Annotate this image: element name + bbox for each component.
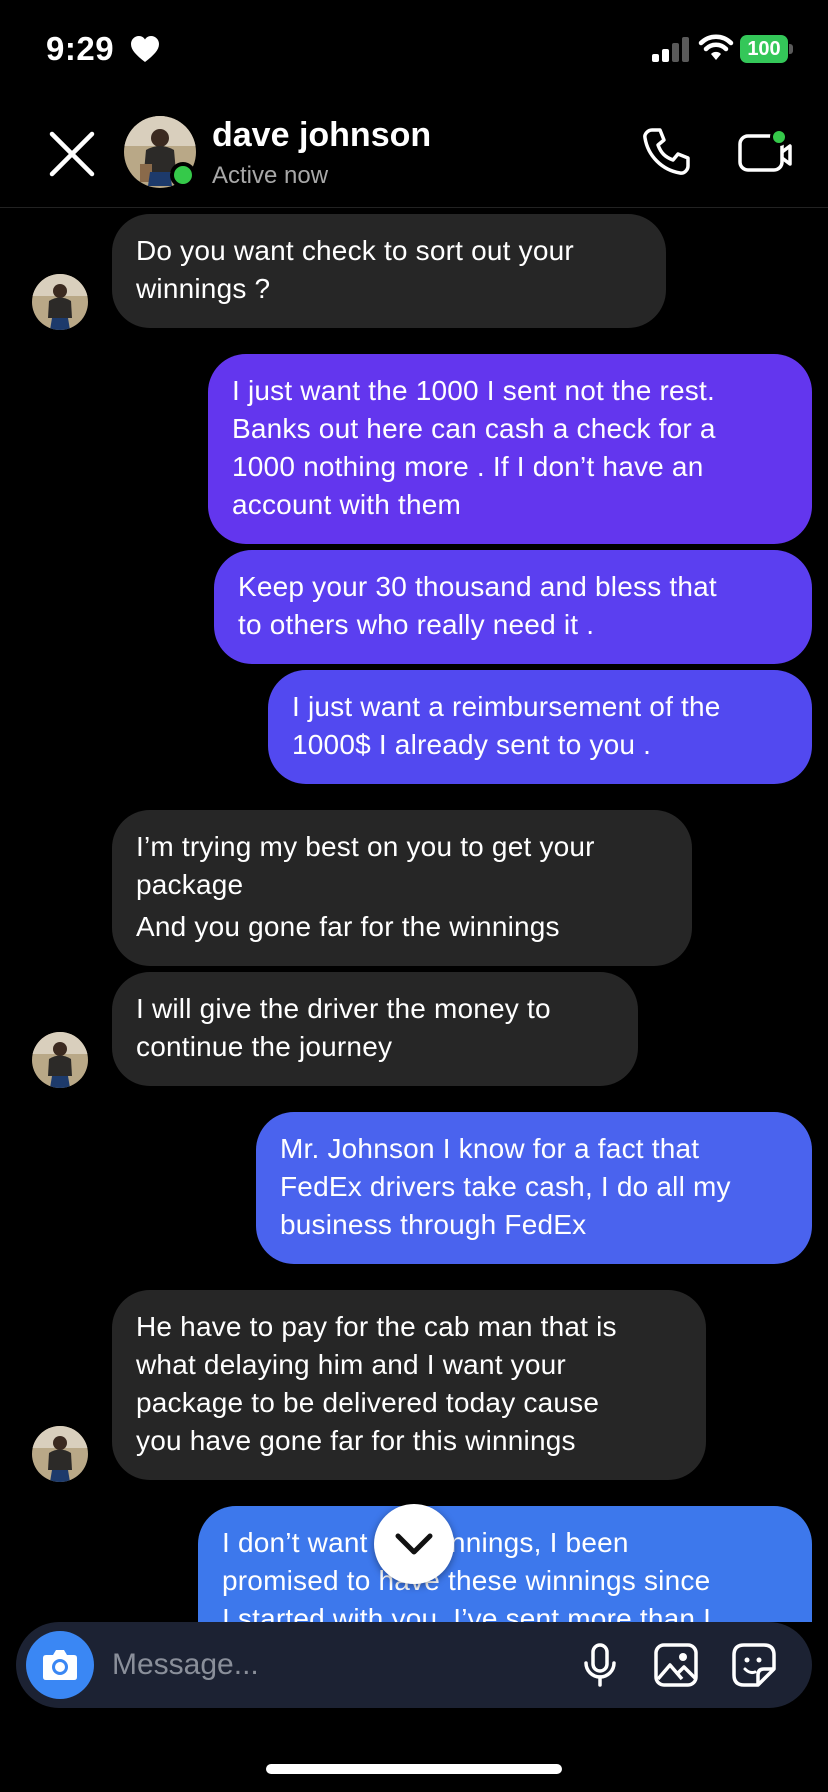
message-text: 1000 nothing more . If I don’t have an [232,451,704,482]
microphone-icon[interactable] [576,1641,624,1689]
camera-icon [43,1650,77,1680]
battery-tip [789,44,793,54]
message-text: promised to have these winnings since [222,1565,711,1596]
message-text: 1000$ I already sent to you . [292,729,652,760]
sticker-icon[interactable] [730,1641,778,1689]
message-text: I started with you. I’ve sent more than … [222,1603,712,1622]
status-bar: 9:29 100 [0,0,828,100]
home-indicator[interactable] [266,1764,562,1774]
message-bubble-sent[interactable]: I just want the 1000 I sent not the rest… [208,354,812,544]
message-text: Do you want check to sort out your [136,235,574,266]
chat-header: dave johnson Active now [0,100,828,208]
message-text: you have gone far for this winnings [136,1425,576,1456]
contact-status: Active now [212,162,329,189]
camera-button[interactable] [26,1631,94,1699]
message-bubble-sent[interactable]: Mr. Johnson I know for a fact that FedEx… [256,1112,812,1264]
close-icon[interactable] [46,128,98,180]
message-text: Mr. Johnson I know for a fact that [280,1133,700,1164]
message-bubble-sent[interactable]: I don’t want the winnings, I been promis… [198,1506,812,1622]
online-indicator [170,162,196,188]
sender-avatar[interactable] [32,1426,88,1482]
message-bubble-sent[interactable]: I just want a reimbursement of the 1000$… [268,670,812,784]
message-text: package [136,869,244,900]
message-text: I’m trying my best on you to get your [136,831,595,862]
message-text: FedEx drivers take cash, I do all my [280,1171,731,1202]
message-thread[interactable]: Do you want check to sort out your winni… [0,208,828,1622]
message-bubble-received[interactable]: He have to pay for the cab man that is w… [112,1290,706,1480]
sender-avatar[interactable] [32,274,88,330]
message-text: I don’t want the winnings, I been [222,1527,629,1558]
heart-icon [131,36,159,62]
message-bubble-received[interactable]: I’m trying my best on you to get your pa… [112,810,692,966]
message-text: continue the journey [136,1031,393,1062]
message-text: Keep your 30 thousand and bless that [238,571,717,602]
wifi-icon [698,34,734,60]
message-input[interactable] [112,1643,492,1687]
sender-avatar[interactable] [32,1032,88,1088]
message-text: I just want the 1000 I sent not the rest… [232,375,715,406]
message-text: to others who really need it . [238,609,595,640]
message-text: I will give the driver the money to [136,993,551,1024]
message-text: And you gone far for the winnings [136,911,560,942]
message-text: package to be delivered today cause [136,1387,600,1418]
gallery-icon[interactable] [652,1641,700,1689]
message-text: account with them [232,489,462,520]
battery-icon: 100 [740,35,793,63]
phone-icon[interactable] [638,124,694,180]
contact-name[interactable]: dave johnson [212,116,431,155]
message-text: I just want a reimbursement of the [292,691,721,722]
message-text: what delaying him and I want your [136,1349,566,1380]
message-bubble-received[interactable]: Do you want check to sort out your winni… [112,214,666,328]
scroll-to-bottom-button[interactable] [374,1504,454,1584]
chevron-down-icon [395,1533,433,1555]
message-text: He have to pay for the cab man that is [136,1311,617,1342]
message-bubble-sent[interactable]: Keep your 30 thousand and bless that to … [214,550,812,664]
status-time: 9:29 [46,30,115,67]
message-composer [16,1622,812,1708]
message-text: Banks out here can cash a check for a [232,413,716,444]
video-online-indicator [770,128,788,146]
battery-percent: 100 [747,38,781,60]
message-bubble-received[interactable]: I will give the driver the money to cont… [112,972,638,1086]
message-text: business through FedEx [280,1209,587,1240]
signal-icon [652,37,689,62]
message-text: winnings ? [136,273,271,304]
